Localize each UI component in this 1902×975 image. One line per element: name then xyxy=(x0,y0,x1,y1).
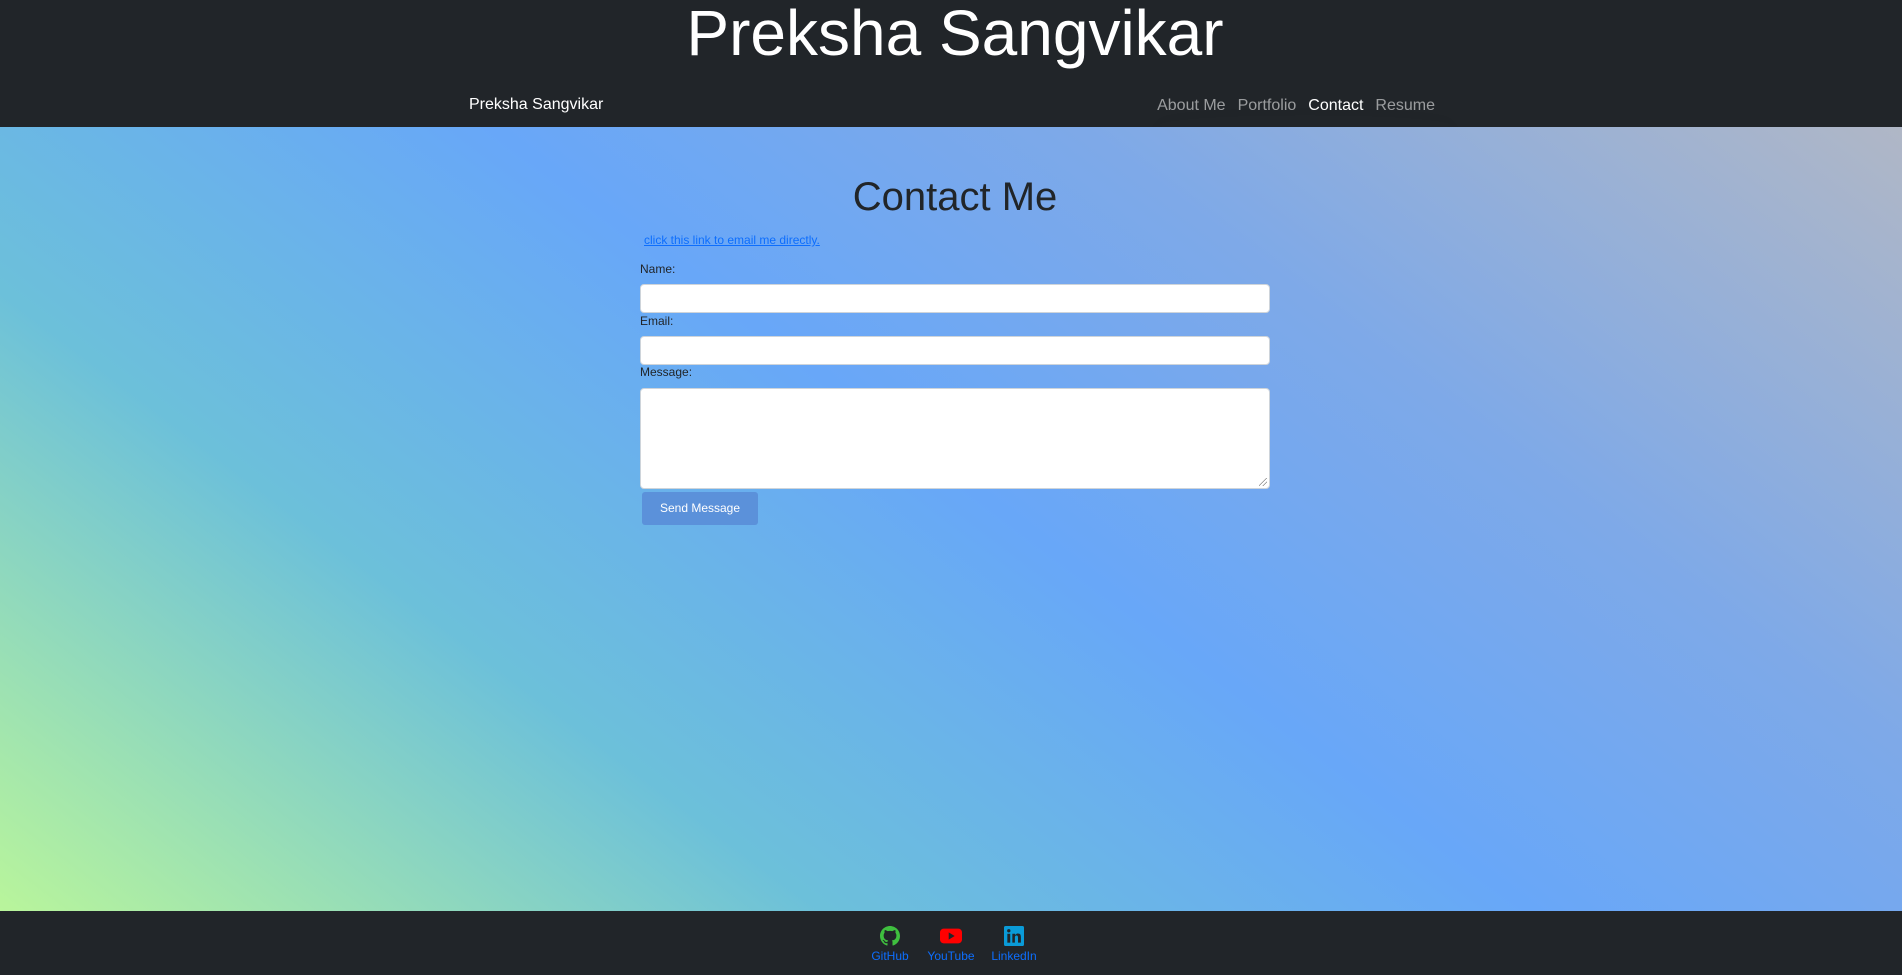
github-link[interactable]: GitHub xyxy=(860,926,920,963)
name-label: Name: xyxy=(640,262,676,276)
site-header: Preksha Sangvikar Preksha Sangvikar Abou… xyxy=(0,0,1902,127)
email-field[interactable] xyxy=(640,336,1270,365)
nav-link-resume[interactable]: Resume xyxy=(1375,97,1435,115)
email-link[interactable]: click this link to email me directly. xyxy=(644,233,820,247)
nav-link-about-me[interactable]: About Me xyxy=(1157,97,1225,115)
linkedin-icon xyxy=(1004,926,1024,946)
contact-section: Contact Me click this link to email me d… xyxy=(0,127,1902,911)
youtube-icon xyxy=(940,928,962,944)
page-title: Contact Me xyxy=(852,175,1058,219)
nav-link-contact[interactable]: Contact xyxy=(1308,97,1363,115)
send-message-button[interactable]: Send Message xyxy=(642,492,758,525)
youtube-link[interactable]: YouTube xyxy=(921,926,981,963)
name-field[interactable] xyxy=(640,284,1270,313)
site-title: Preksha Sangvikar xyxy=(686,0,1224,69)
footer: GitHub YouTube LinkedIn xyxy=(0,911,1902,975)
github-icon xyxy=(880,926,900,946)
nav-link-portfolio[interactable]: Portfolio xyxy=(1238,97,1297,115)
message-field[interactable] xyxy=(640,388,1270,489)
navbar-brand[interactable]: Preksha Sangvikar xyxy=(469,96,603,114)
youtube-label: YouTube xyxy=(927,949,975,963)
resize-grip-icon[interactable] xyxy=(1259,478,1267,486)
linkedin-link[interactable]: LinkedIn xyxy=(984,926,1044,963)
message-label: Message: xyxy=(640,365,693,379)
linkedin-label: LinkedIn xyxy=(991,949,1037,963)
github-label: GitHub xyxy=(871,949,909,963)
email-label: Email: xyxy=(640,314,674,328)
